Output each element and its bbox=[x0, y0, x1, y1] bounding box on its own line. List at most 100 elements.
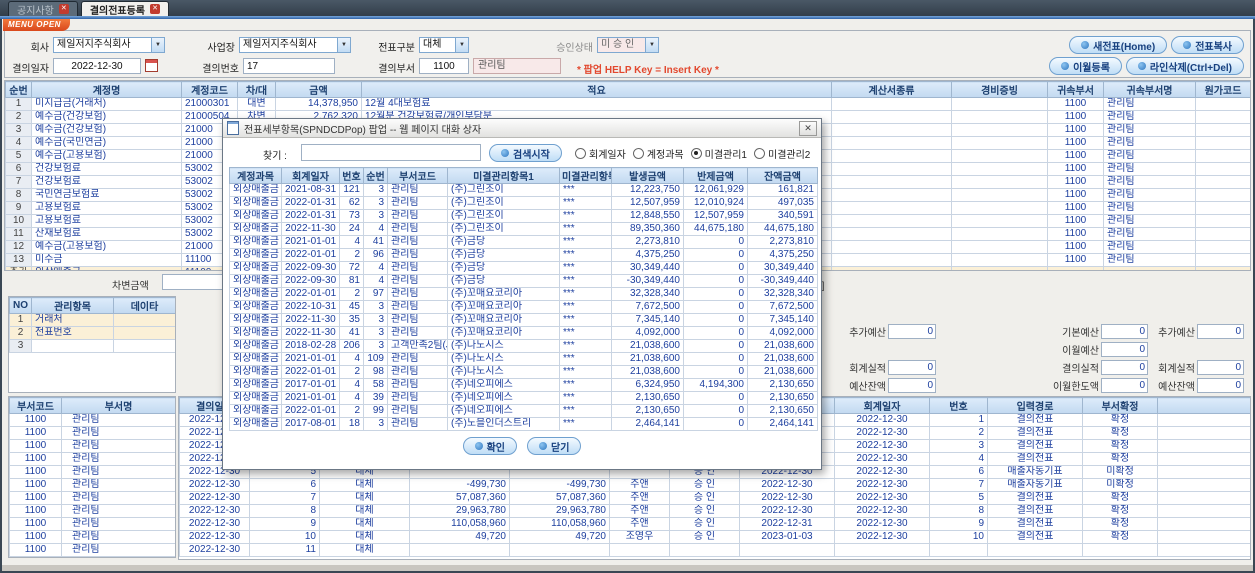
cell[interactable]: 30,349,440 bbox=[747, 261, 818, 275]
cell[interactable]: 외상매출금 bbox=[229, 287, 282, 301]
cell[interactable]: 4 bbox=[339, 235, 364, 249]
cell[interactable]: 관리팀 bbox=[1103, 188, 1196, 202]
cell[interactable]: 2,130,650 bbox=[611, 404, 684, 418]
cell[interactable] bbox=[987, 543, 1083, 557]
cell[interactable]: 8 bbox=[249, 504, 320, 518]
cell[interactable]: 2022-12-30 bbox=[179, 543, 250, 557]
cell[interactable]: 1100 bbox=[9, 491, 62, 505]
cell[interactable] bbox=[1157, 530, 1250, 544]
cell[interactable]: 승 인 bbox=[669, 478, 740, 492]
cell[interactable]: 21,038,600 bbox=[611, 365, 684, 379]
radio-회계일자[interactable]: 회계일자 bbox=[575, 146, 626, 161]
cell[interactable]: 2 bbox=[9, 326, 32, 340]
cell[interactable]: 대체 bbox=[319, 530, 410, 544]
cell[interactable]: 관리팀 bbox=[387, 287, 448, 301]
slip-no-input[interactable] bbox=[243, 58, 335, 74]
cell[interactable] bbox=[1047, 266, 1104, 270]
close-button[interactable]: 닫기 bbox=[527, 437, 582, 455]
cell[interactable]: 7,345,140 bbox=[747, 313, 818, 327]
cell[interactable]: 0 bbox=[683, 404, 748, 418]
cell[interactable]: *** bbox=[559, 183, 612, 197]
cell[interactable]: 2022-11-30 bbox=[281, 326, 340, 340]
cell[interactable]: 관리팀 bbox=[387, 235, 448, 249]
cell[interactable] bbox=[1103, 266, 1196, 270]
cell[interactable]: 1 bbox=[5, 97, 32, 111]
cell[interactable]: 외상매출금 bbox=[229, 352, 282, 366]
cell[interactable]: 0 bbox=[683, 261, 748, 275]
table-row[interactable]: 1100 관리팀 bbox=[9, 530, 175, 544]
budget-value-field[interactable]: 0 bbox=[1100, 359, 1148, 375]
cell[interactable]: 1100 bbox=[1047, 240, 1104, 254]
table-row[interactable]: 2022-12-30 6 대체 -499,730 -499,730 주앤 승 인 2022-1… bbox=[179, 478, 1250, 492]
tab-voucher-register[interactable]: 결의전표등록 ✕ bbox=[80, 1, 170, 17]
cell[interactable] bbox=[509, 543, 610, 557]
cell[interactable]: 1100 bbox=[9, 517, 62, 531]
cell[interactable]: 3 bbox=[363, 417, 388, 431]
cell[interactable]: *** bbox=[559, 404, 612, 418]
cell[interactable]: 2 bbox=[339, 365, 364, 379]
cell[interactable]: 3 bbox=[363, 209, 388, 223]
cell[interactable]: 6,324,950 bbox=[611, 378, 684, 392]
delete-line-button[interactable]: 라인삭제(Ctrl+Del) bbox=[1125, 57, 1244, 75]
table-row[interactable]: 외상매출금 2022-09-30 72 4 관리팀 (주)금당 *** 30,349,440 0… bbox=[229, 261, 818, 275]
cell[interactable] bbox=[739, 543, 835, 557]
cell[interactable]: 확정 bbox=[1082, 491, 1158, 505]
cell[interactable] bbox=[929, 543, 988, 557]
cell[interactable]: (주)꼬매요코리아 bbox=[447, 326, 560, 340]
cell[interactable] bbox=[1157, 478, 1250, 492]
cell[interactable] bbox=[951, 123, 1048, 137]
cell[interactable]: *** bbox=[559, 274, 612, 288]
cell[interactable]: 1100 bbox=[9, 530, 62, 544]
cell[interactable]: *** bbox=[559, 261, 612, 275]
cell[interactable]: 2022-01-31 bbox=[281, 196, 340, 210]
cell[interactable]: 1100 bbox=[1047, 110, 1104, 124]
cell[interactable]: 4,092,000 bbox=[611, 326, 684, 340]
cell[interactable]: 89,350,360 bbox=[611, 222, 684, 236]
find-input[interactable] bbox=[301, 144, 481, 161]
cell[interactable]: 미확정 bbox=[1082, 478, 1158, 492]
cell[interactable]: 1100 bbox=[9, 478, 62, 492]
cell[interactable]: 4 bbox=[5, 136, 32, 150]
close-icon[interactable]: ✕ bbox=[150, 4, 161, 14]
cell[interactable]: 21,038,600 bbox=[747, 339, 818, 353]
cell[interactable] bbox=[1195, 253, 1250, 267]
cell[interactable] bbox=[831, 266, 952, 270]
cell[interactable]: 대체 bbox=[319, 478, 410, 492]
cell[interactable]: 1100 bbox=[1047, 136, 1104, 150]
cell[interactable]: 0 bbox=[683, 300, 748, 314]
cell[interactable]: 2 bbox=[929, 426, 988, 440]
cell[interactable]: 21,038,600 bbox=[611, 339, 684, 353]
cell[interactable]: 12 bbox=[5, 240, 32, 254]
radio-미결관리2[interactable]: 미결관리2 bbox=[754, 146, 810, 161]
table-row[interactable]: 외상매출금 2022-10-31 45 3 관리팀 (주)꼬매요코리아 *** 7,672,5… bbox=[229, 300, 818, 314]
cell[interactable]: 0 bbox=[683, 274, 748, 288]
cell[interactable]: (주)그린조이 bbox=[447, 183, 560, 197]
budget-value-field[interactable]: 0 bbox=[1100, 377, 1148, 393]
cell[interactable] bbox=[1157, 491, 1250, 505]
cell[interactable] bbox=[113, 339, 175, 353]
cell[interactable] bbox=[1195, 110, 1250, 124]
cell[interactable]: 2022-12-30 bbox=[834, 517, 930, 531]
cell[interactable] bbox=[831, 227, 952, 241]
cell[interactable]: 10 bbox=[249, 530, 320, 544]
cell[interactable]: (주)금당 bbox=[447, 261, 560, 275]
cell[interactable]: 주앤 bbox=[609, 504, 670, 518]
cell[interactable]: 1100 bbox=[1047, 214, 1104, 228]
cell[interactable]: 110,058,960 bbox=[509, 517, 610, 531]
cell[interactable]: 외상매출금 bbox=[229, 391, 282, 405]
cell[interactable]: 조영우 bbox=[609, 530, 670, 544]
cell[interactable]: 2022-01-01 bbox=[281, 365, 340, 379]
cell[interactable]: 12,061,929 bbox=[683, 183, 748, 197]
table-row[interactable]: 외상매출금 2017-01-01 4 58 관리팀 (주)네오피에스 *** 6,324,95… bbox=[229, 378, 818, 392]
cell[interactable]: 2022-12-30 bbox=[834, 426, 930, 440]
cell[interactable]: 관리팀 bbox=[387, 313, 448, 327]
cell[interactable] bbox=[951, 136, 1048, 150]
cell[interactable]: 49,720 bbox=[409, 530, 510, 544]
cell[interactable]: 관리팀 bbox=[1103, 253, 1196, 267]
table-row[interactable]: 1100 관리팀 bbox=[9, 452, 175, 466]
cell[interactable]: 관리팀 bbox=[61, 426, 175, 440]
cell[interactable]: (주)금당 bbox=[447, 248, 560, 262]
cell[interactable] bbox=[1157, 465, 1250, 479]
cell[interactable]: 대체 bbox=[319, 491, 410, 505]
cell[interactable]: 관리팀 bbox=[61, 478, 175, 492]
